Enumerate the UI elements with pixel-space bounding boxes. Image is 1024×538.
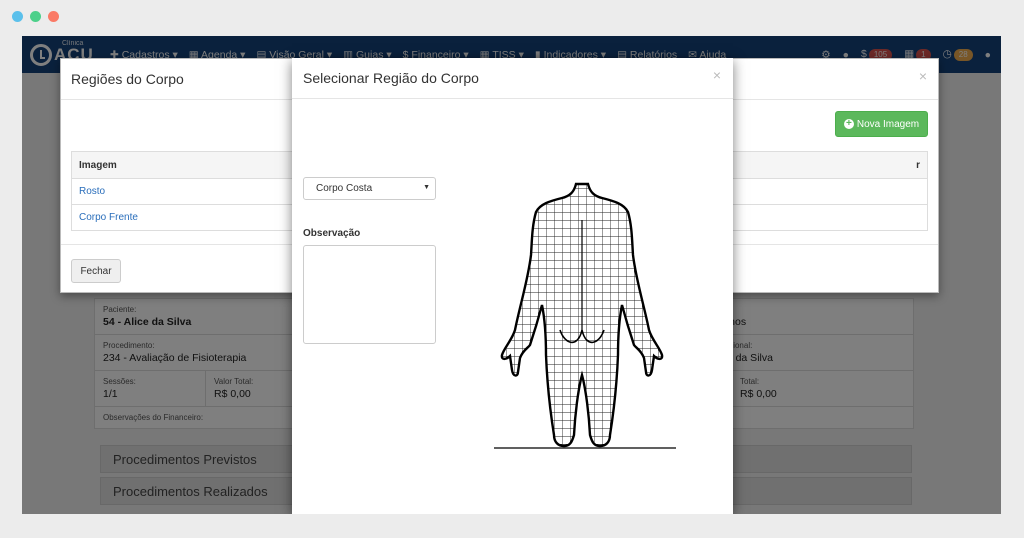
regioes-modal-title: Regiões do Corpo [71, 71, 184, 87]
selecionar-regiao-modal: Selecionar Região do Corpo × Corpo Costa… [292, 58, 733, 514]
region-select[interactable]: Corpo Costa ▼ [303, 177, 436, 200]
app-window: ACU Clínica ✚ Cadastros ▾ ▦ Agenda ▾ ▤ V… [22, 36, 1001, 514]
window-dot-blue[interactable] [12, 11, 23, 22]
nova-imagem-button[interactable]: + Nova Imagem [835, 111, 928, 137]
observacao-label: Observação [303, 228, 361, 239]
nova-imagem-label: Nova Imagem [856, 118, 920, 130]
window-controls [12, 11, 59, 22]
window-dot-green[interactable] [30, 11, 41, 22]
col-right: r [755, 151, 928, 179]
close-icon[interactable]: × [713, 67, 721, 83]
selecionar-modal-title: Selecionar Região do Corpo [303, 70, 479, 86]
body-back-figure[interactable] [490, 180, 680, 452]
caret-down-icon: ▼ [423, 184, 430, 191]
window-dot-red[interactable] [48, 11, 59, 22]
observacao-textarea[interactable] [303, 245, 436, 344]
plus-circle-icon: + [843, 119, 854, 129]
body-region-map[interactable] [490, 180, 680, 452]
region-select-value: Corpo Costa [316, 183, 373, 194]
divider [292, 98, 733, 99]
close-icon[interactable]: × [919, 68, 927, 84]
fechar-button[interactable]: Fechar [71, 259, 121, 283]
